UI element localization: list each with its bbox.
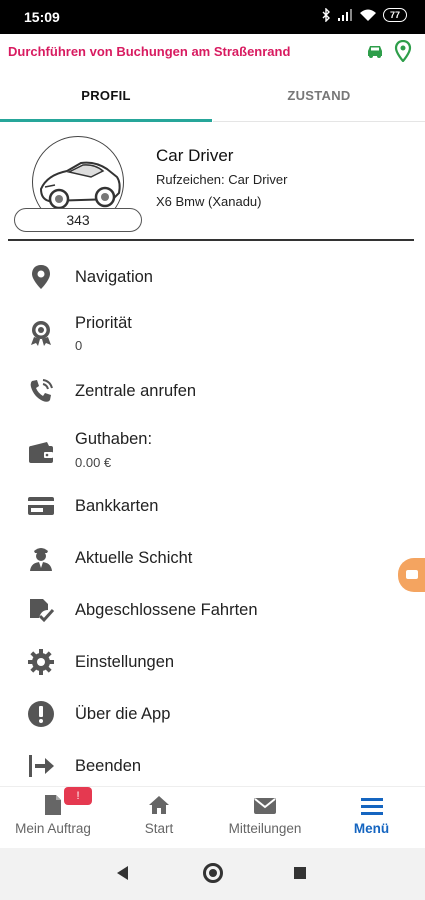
tab-bar: PROFIL ZUSTAND <box>0 72 425 122</box>
balance-value: 0.00 € <box>75 455 112 470</box>
nav-mitteilungen[interactable]: Mitteilungen <box>212 787 318 849</box>
floating-camera-button[interactable] <box>398 558 425 592</box>
page-title: Durchführen von Buchungen am Straßenrand <box>8 44 291 59</box>
menu-item-aktuelle-schicht[interactable]: Aktuelle Schicht <box>0 533 425 583</box>
battery-icon: 77 <box>382 8 407 22</box>
profile-divider <box>8 239 414 241</box>
nav-menu[interactable]: Menü <box>318 787 425 849</box>
menu-label: Priorität <box>75 314 132 332</box>
car-icon[interactable] <box>365 42 385 60</box>
nav-label: Start <box>144 821 174 836</box>
driver-number-badge: 343 <box>14 208 142 232</box>
status-bar: 15:09 77 <box>0 0 425 34</box>
vehicle-info: X6 Bmw (Xanadu) <box>156 194 262 209</box>
driver-icon <box>26 543 56 573</box>
menu-label: Einstellungen <box>75 653 175 671</box>
tab-zustand[interactable]: ZUSTAND <box>213 72 425 122</box>
menu-label: Beenden <box>75 757 142 775</box>
nav-start[interactable]: Start <box>106 787 212 849</box>
menu-item-einstellungen[interactable]: Einstellungen <box>0 637 425 687</box>
notification-badge: ! <box>64 787 92 805</box>
exit-icon <box>26 751 56 781</box>
priority-value: 0 <box>75 338 83 353</box>
callsign: Rufzeichen: Car Driver <box>156 172 288 187</box>
menu-item-navigation[interactable]: Navigation <box>0 252 425 302</box>
nav-label: Mitteilungen <box>228 821 302 836</box>
tab-profil[interactable]: PROFIL <box>0 72 212 122</box>
document-icon <box>43 793 63 822</box>
status-time: 15:09 <box>24 9 60 25</box>
nav-label: Mein Auftrag <box>15 821 91 836</box>
menu-label: Navigation <box>75 268 153 286</box>
credit-card-icon <box>26 491 56 521</box>
mail-icon <box>253 797 277 820</box>
menu-label: Über die App <box>75 705 171 723</box>
wallet-icon <box>26 438 56 468</box>
menu-item-ueber-die-app[interactable]: Über die App <box>0 689 425 739</box>
nav-mein-auftrag[interactable]: ! Mein Auftrag <box>0 787 106 849</box>
driver-name: Car Driver <box>156 146 234 165</box>
status-icons: 77 <box>321 8 407 22</box>
home-icon <box>148 795 170 820</box>
wifi-icon <box>359 9 376 21</box>
profile-card: 343 Car Driver Rufzeichen: Car Driver X6… <box>0 130 425 240</box>
nav-label: Menü <box>353 821 390 836</box>
gear-icon <box>26 647 56 677</box>
menu-label: Zentrale anrufen <box>75 382 197 400</box>
menu-item-beenden[interactable]: Beenden <box>0 741 425 791</box>
location-pin-icon <box>26 262 56 292</box>
menu-item-abgeschlossene-fahrten[interactable]: Abgeschlossene Fahrten <box>0 585 425 635</box>
menu-label: Abgeschlossene Fahrten <box>75 601 258 619</box>
back-icon[interactable] <box>117 866 128 880</box>
app-header: Durchführen von Buchungen am Straßenrand <box>0 34 425 70</box>
phone-ring-icon <box>26 376 56 406</box>
info-alert-icon <box>26 699 56 729</box>
completed-trips-icon <box>26 595 56 625</box>
menu-label: Bankkarten <box>75 497 159 515</box>
recent-apps-icon[interactable] <box>294 867 306 879</box>
award-icon <box>26 318 56 348</box>
menu-item-prioritaet[interactable]: Priorität 0 <box>0 304 425 354</box>
menu-item-guthaben[interactable]: Guthaben: 0.00 € <box>0 424 425 474</box>
system-navigation-bar <box>0 848 425 900</box>
menu-item-bankkarten[interactable]: Bankkarten <box>0 481 425 531</box>
menu-item-zentrale-anrufen[interactable]: Zentrale anrufen <box>0 366 425 416</box>
bottom-navigation: ! Mein Auftrag Start Mitteilungen Menü <box>0 786 425 848</box>
menu-label: Guthaben: <box>75 430 153 448</box>
signal-icon <box>337 9 352 21</box>
menu-label: Aktuelle Schicht <box>75 549 193 567</box>
bluetooth-icon <box>322 8 330 22</box>
home-button-icon[interactable] <box>203 863 223 883</box>
hamburger-menu-icon <box>360 797 383 820</box>
location-pin-icon[interactable] <box>394 40 412 62</box>
